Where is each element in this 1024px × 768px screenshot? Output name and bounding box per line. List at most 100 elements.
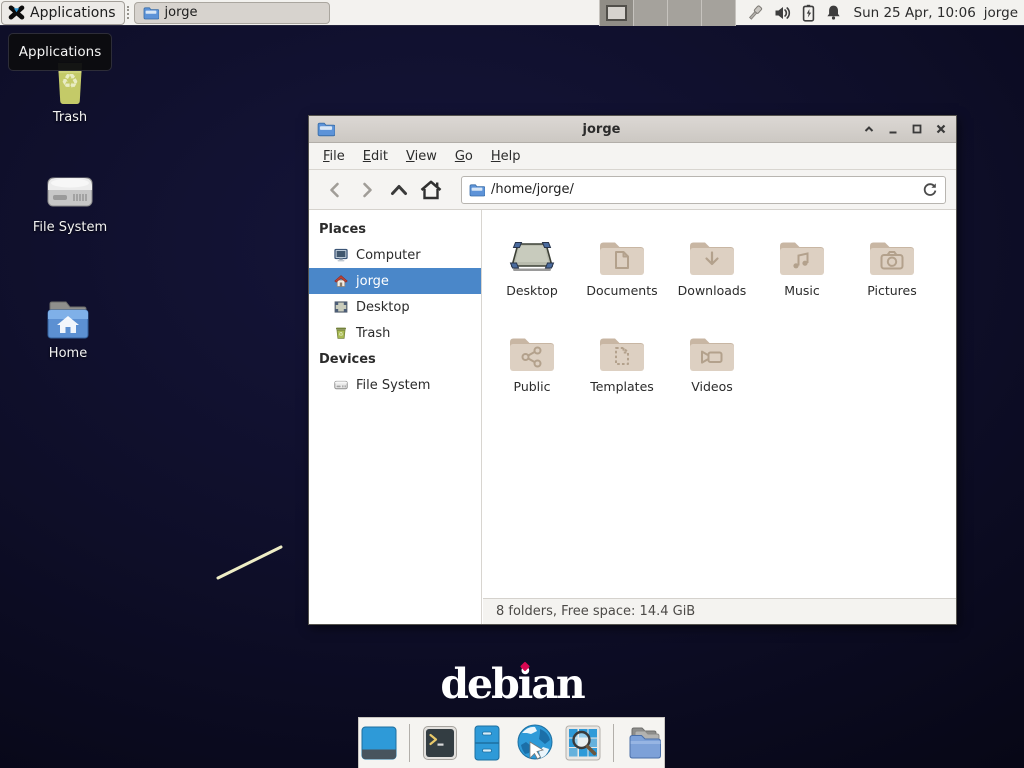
svg-text:♻: ♻: [61, 69, 79, 93]
file-item-music[interactable]: Music: [757, 218, 847, 314]
top-panel: Applications jorge: [0, 0, 1024, 26]
svg-text:♻: ♻: [339, 332, 344, 338]
terminal-launcher[interactable]: [420, 723, 460, 763]
file-item-label: Music: [784, 283, 820, 298]
window-folder-icon: [317, 121, 335, 137]
forward-button[interactable]: [351, 175, 383, 205]
menu-view[interactable]: View: [397, 145, 446, 168]
file-item-label: Desktop: [506, 283, 558, 298]
debian-logo-i: i: [518, 660, 532, 708]
debian-logo-text: an: [531, 660, 583, 708]
templates-folder-icon: [598, 324, 646, 374]
trash-icon: ♻: [333, 325, 349, 341]
menu-help[interactable]: Help: [482, 145, 530, 168]
file-item-label: Videos: [691, 379, 733, 394]
sidebar-item-label: Trash: [356, 326, 390, 341]
file-manager-launcher[interactable]: [468, 723, 508, 763]
location-folder-icon: [469, 183, 485, 197]
tooltip-text: Applications: [19, 44, 101, 60]
show-desktop-button[interactable]: [359, 723, 399, 763]
file-item-label: Public: [514, 379, 551, 394]
taskbar-window-label: jorge: [165, 5, 198, 20]
music-folder-icon: [778, 228, 826, 278]
minimize-button[interactable]: [886, 122, 900, 136]
file-item-downloads[interactable]: Downloads: [667, 218, 757, 314]
tool-icon[interactable]: [746, 4, 765, 22]
downloads-folder-icon: [688, 228, 736, 278]
workspace-window-preview: [606, 5, 627, 21]
dock: [358, 717, 665, 768]
file-item-videos[interactable]: Videos: [667, 314, 757, 410]
location-path[interactable]: /home/jorge/: [491, 182, 916, 197]
battery-icon[interactable]: [801, 4, 816, 22]
file-item-templates[interactable]: Templates: [577, 314, 667, 410]
home-button[interactable]: [415, 175, 447, 205]
toolbar: /home/jorge/: [309, 170, 956, 210]
file-item-pictures[interactable]: Pictures: [847, 218, 937, 314]
menu-go[interactable]: Go: [446, 145, 482, 168]
notifications-bell-icon[interactable]: [825, 4, 842, 21]
panel-username[interactable]: jorge: [984, 5, 1024, 21]
applications-menu-label: Applications: [30, 5, 116, 21]
folder-launcher[interactable]: [624, 723, 664, 763]
up-button[interactable]: [383, 175, 415, 205]
file-view[interactable]: Desktop Documents: [483, 210, 956, 598]
close-button[interactable]: [934, 122, 948, 136]
menubar: File Edit View Go Help: [309, 143, 956, 169]
web-browser-launcher[interactable]: [515, 723, 555, 763]
file-item-documents[interactable]: Documents: [577, 218, 667, 314]
workspace-4[interactable]: [702, 0, 736, 26]
shade-button[interactable]: [862, 122, 876, 136]
desktop-surface-icon: [507, 228, 557, 278]
panel-clock[interactable]: Sun 25 Apr, 10:06: [850, 5, 984, 21]
workspace-switcher: [599, 0, 736, 26]
menu-edit[interactable]: Edit: [354, 145, 397, 168]
documents-folder-icon: [598, 228, 646, 278]
computer-icon: [333, 247, 349, 263]
sidebar-item-label: Desktop: [356, 300, 410, 315]
dock-separator: [409, 724, 410, 762]
home-icon: [333, 273, 349, 289]
terminal-icon: [421, 724, 459, 762]
file-item-public[interactable]: Public: [487, 314, 577, 410]
folder-icon: [143, 6, 159, 20]
desktop-icon-label: Trash: [15, 110, 125, 125]
reload-icon[interactable]: [922, 182, 938, 198]
workspace-3[interactable]: [668, 0, 702, 26]
sidebar-item-label: File System: [356, 378, 430, 393]
desktop-icon-file-system[interactable]: File System: [15, 168, 125, 235]
sidebar-item-jorge[interactable]: jorge: [309, 268, 481, 294]
app-finder-launcher[interactable]: [563, 723, 603, 763]
sidebar-header-devices: Devices: [309, 346, 481, 372]
sidebar-item-file-system[interactable]: File System: [309, 372, 481, 398]
back-button[interactable]: [319, 175, 351, 205]
dock-separator: [613, 724, 614, 762]
sidebar-item-label: Computer: [356, 248, 421, 263]
pictures-folder-icon: [868, 228, 916, 278]
desktop-icon-home[interactable]: Home: [13, 296, 123, 361]
panel-handle[interactable]: [127, 6, 130, 19]
sidebar-item-label: jorge: [356, 274, 389, 289]
maximize-button[interactable]: [910, 122, 924, 136]
folder-icon: [624, 724, 664, 762]
desktop-icon-label: Home: [13, 346, 123, 361]
status-text: 8 folders, Free space: 14.4 GiB: [496, 604, 695, 619]
menu-file[interactable]: File: [314, 145, 354, 168]
file-item-label: Templates: [590, 379, 654, 394]
taskbar-window-button[interactable]: jorge: [134, 2, 330, 24]
file-manager-window: jorge File Edit View Go Help: [308, 115, 957, 625]
sidebar-item-desktop[interactable]: Desktop: [309, 294, 481, 320]
titlebar[interactable]: jorge: [309, 116, 956, 143]
file-item-label: Documents: [586, 283, 657, 298]
sidebar-item-trash[interactable]: ♻ Trash: [309, 320, 481, 346]
location-bar[interactable]: /home/jorge/: [461, 176, 946, 204]
workspace-2[interactable]: [634, 0, 668, 26]
file-item-desktop[interactable]: Desktop: [487, 218, 577, 314]
sidebar-item-computer[interactable]: Computer: [309, 242, 481, 268]
applications-menu-button[interactable]: Applications: [1, 1, 125, 25]
file-cabinet-icon: [468, 724, 506, 762]
workspace-1[interactable]: [600, 0, 634, 26]
file-grid: Desktop Documents: [483, 210, 956, 410]
home-folder-icon: [13, 296, 123, 342]
volume-icon[interactable]: [774, 5, 792, 21]
